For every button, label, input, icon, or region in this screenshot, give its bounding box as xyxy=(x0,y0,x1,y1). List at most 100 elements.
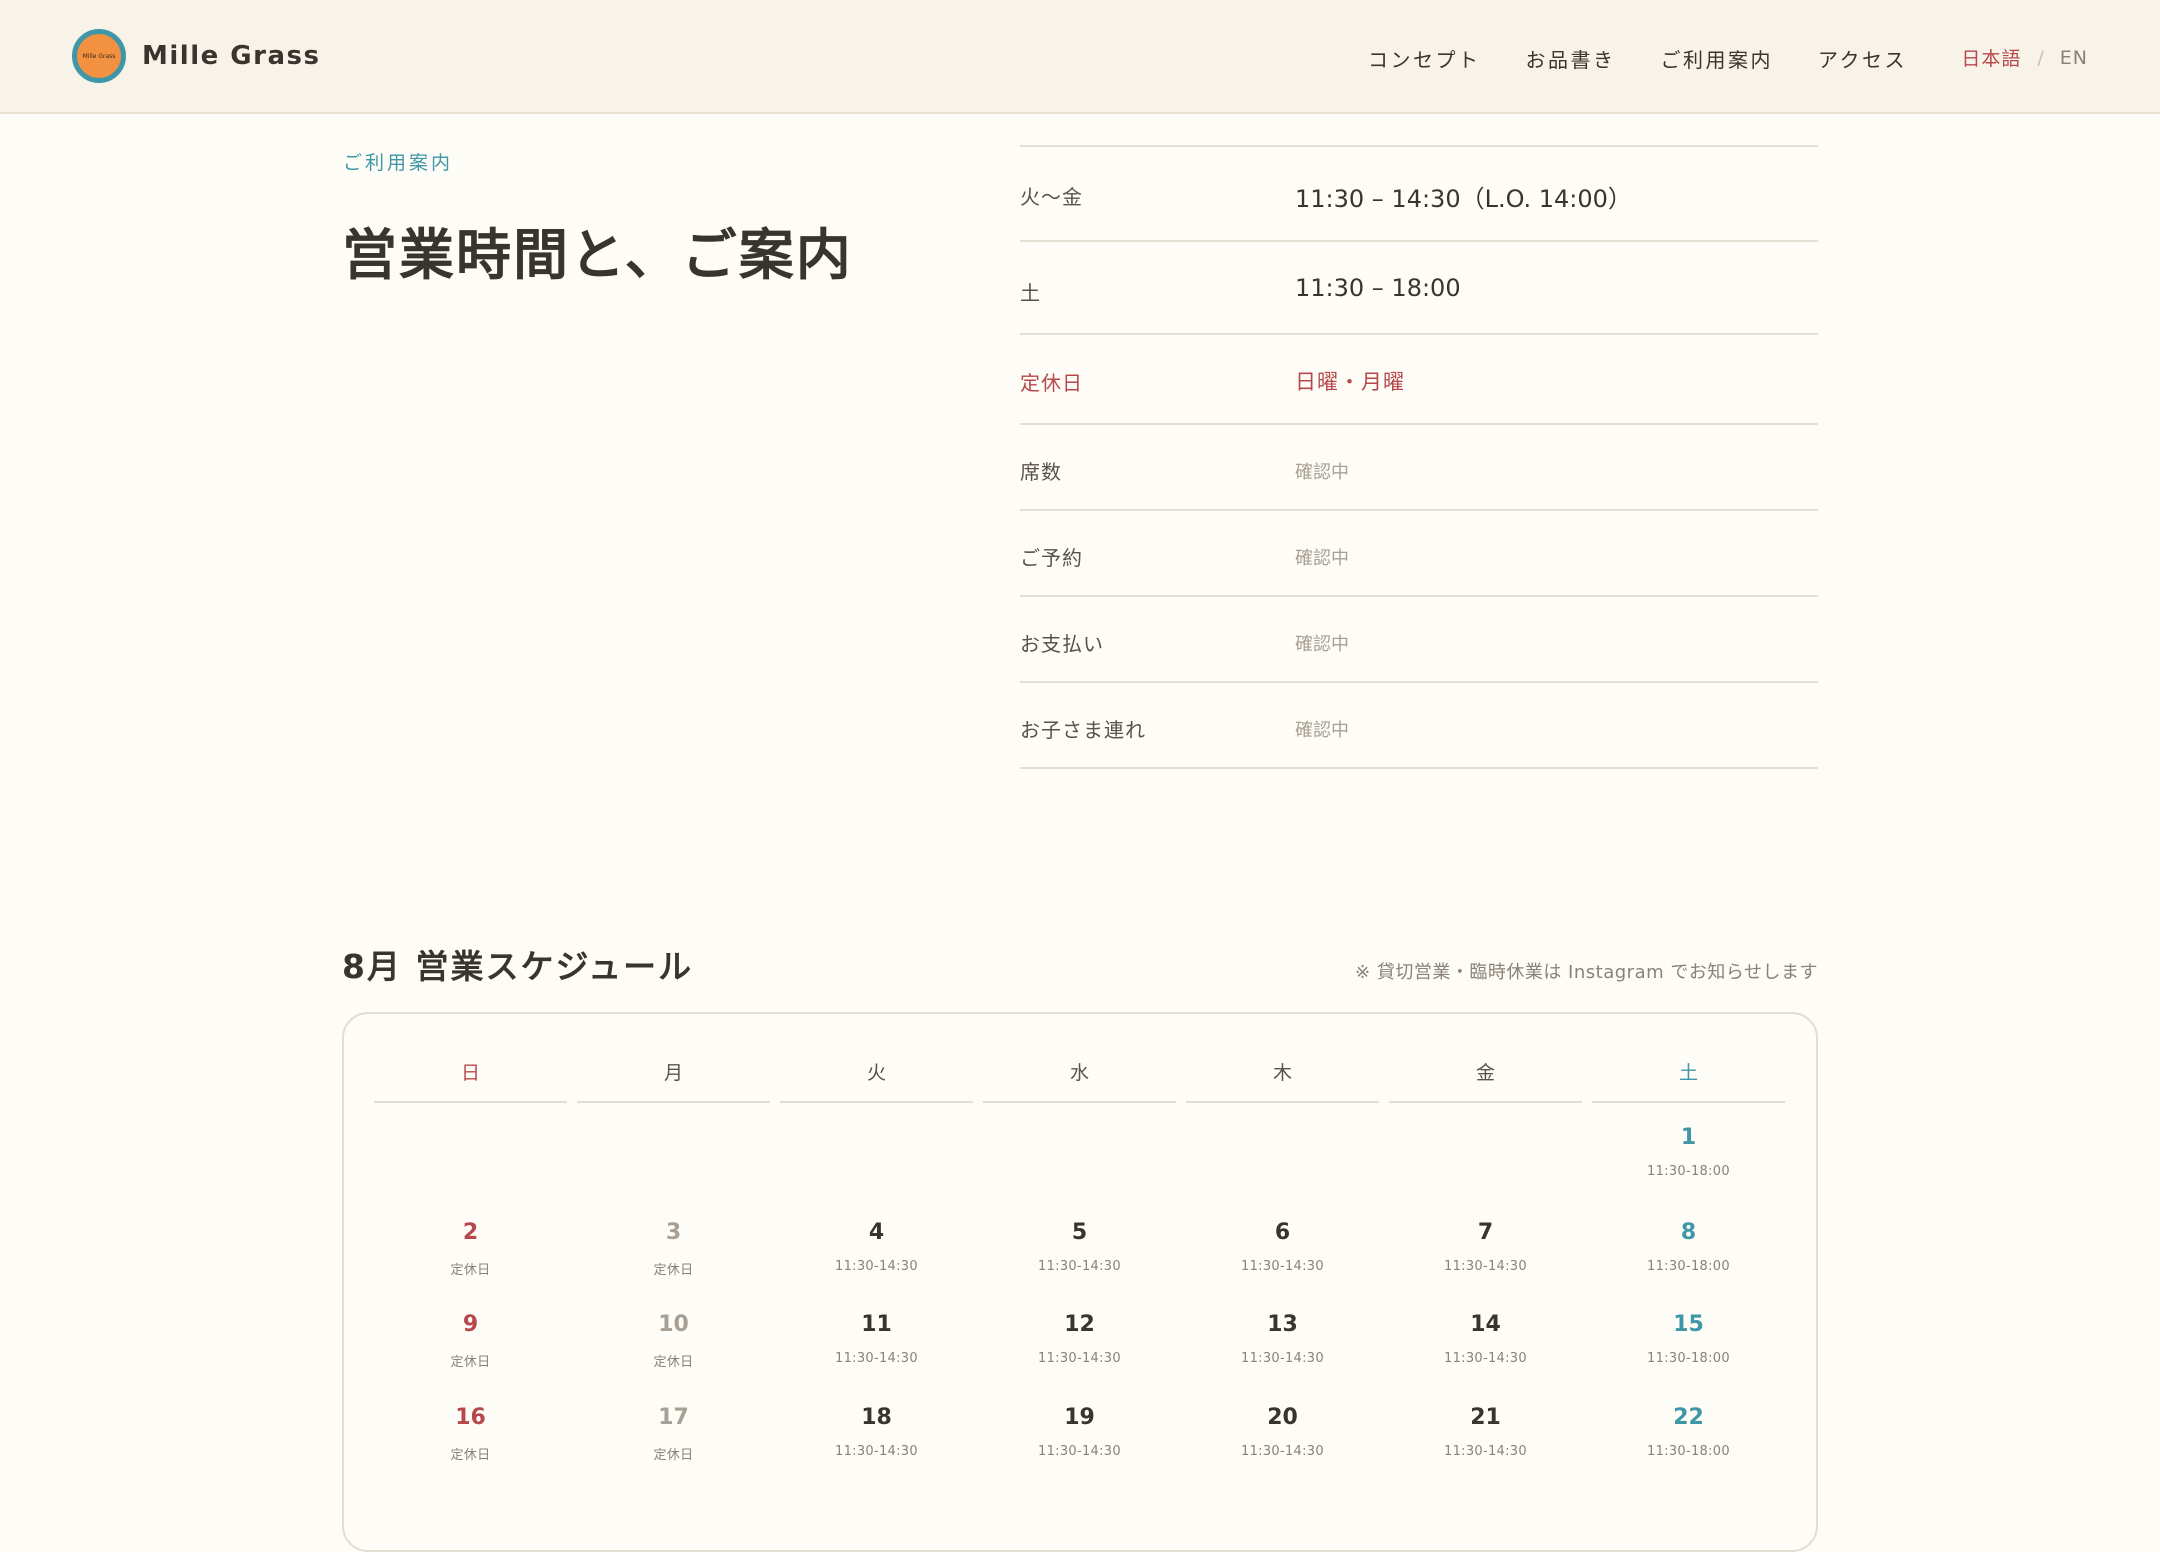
nav-concept[interactable]: コンセプト xyxy=(1368,44,1481,73)
calendar-day-hours: 11:30-14:30 xyxy=(1241,1444,1324,1459)
brand-name: Mille Grass xyxy=(142,41,321,71)
info-value: 確認中 xyxy=(1295,634,1349,655)
weekday-sun: 日 xyxy=(374,1058,567,1103)
calendar-day-number: 4 xyxy=(868,1220,885,1245)
calendar-day-hours: 11:30-18:00 xyxy=(1647,1444,1730,1459)
schedule-title: 8月 営業スケジュール xyxy=(342,947,694,986)
calendar-day: 3 定休日 xyxy=(577,1220,770,1278)
calendar-day-number: 21 xyxy=(1470,1405,1501,1430)
calendar-day-hours: 定休日 xyxy=(450,1355,491,1370)
weekday-thu: 木 xyxy=(1186,1058,1379,1103)
logo-icon: Mille Grass xyxy=(72,29,126,83)
weekday-fri: 金 xyxy=(1389,1058,1582,1103)
calendar-day-number: 12 xyxy=(1064,1312,1095,1337)
calendar-day: 6 11:30-14:30 xyxy=(1186,1220,1379,1274)
calendar-day-hours: 11:30-14:30 xyxy=(1444,1444,1527,1459)
calendar-day-number: 6 xyxy=(1274,1220,1291,1245)
calendar-day-hours: 11:30-18:00 xyxy=(1647,1164,1730,1179)
calendar-day-number: 15 xyxy=(1673,1312,1704,1337)
calendar-day-number: 1 xyxy=(1680,1125,1697,1150)
calendar-day-number: 19 xyxy=(1064,1405,1095,1430)
calendar-day: 13 11:30-14:30 xyxy=(1186,1312,1379,1366)
info-label: 火〜金 xyxy=(1020,185,1083,209)
calendar-day-hours: 11:30-14:30 xyxy=(1038,1351,1121,1366)
schedule-calendar: 日 月 火 水 木 金 土 1 11:30-18:00 2 定休日 3 定休日 4 11:30… xyxy=(342,1012,1818,1552)
calendar-day-hours: 11:30-14:30 xyxy=(1038,1259,1121,1274)
calendar-day-hours: 11:30-14:30 xyxy=(835,1259,918,1274)
nav-guide[interactable]: ご利用案内 xyxy=(1661,44,1774,73)
calendar-day-number: 2 xyxy=(462,1220,479,1245)
main-nav: コンセプト お品書き ご利用案内 アクセス xyxy=(1368,44,1907,73)
logo-text: Mille Grass xyxy=(82,52,116,60)
language-switcher: 日本語 / EN xyxy=(1961,44,2088,71)
info-label: ご予約 xyxy=(1020,546,1083,570)
calendar-day: 21 11:30-14:30 xyxy=(1389,1405,1582,1459)
info-label: お子さま連れ xyxy=(1020,718,1146,742)
calendar-day-hours: 11:30-18:00 xyxy=(1647,1351,1730,1366)
calendar-day-number: 13 xyxy=(1267,1312,1298,1337)
info-value: 日曜・月曜 xyxy=(1295,370,1405,394)
info-row-reservation: ご予約 確認中 xyxy=(1020,511,1818,597)
info-row-payment: お支払い 確認中 xyxy=(1020,597,1818,683)
calendar-day-hours: 11:30-14:30 xyxy=(1444,1259,1527,1274)
calendar-day-hours: 定休日 xyxy=(653,1263,694,1278)
calendar-day: 10 定休日 xyxy=(577,1312,770,1370)
calendar-day-number: 18 xyxy=(861,1405,892,1430)
calendar-day: 4 11:30-14:30 xyxy=(780,1220,973,1274)
calendar-day: 7 11:30-14:30 xyxy=(1389,1220,1582,1274)
calendar-day-number: 5 xyxy=(1071,1220,1088,1245)
calendar-day-number: 14 xyxy=(1470,1312,1501,1337)
calendar-day-number: 17 xyxy=(658,1405,689,1430)
weekday-sat: 土 xyxy=(1592,1058,1785,1103)
calendar-day-hours: 11:30-14:30 xyxy=(1241,1259,1324,1274)
calendar-day: 14 11:30-14:30 xyxy=(1389,1312,1582,1366)
info-row-seats: 席数 確認中 xyxy=(1020,425,1818,511)
calendar-day-hours: 11:30-14:30 xyxy=(835,1444,918,1459)
info-row-children: お子さま連れ 確認中 xyxy=(1020,683,1818,769)
lang-ja-link[interactable]: 日本語 xyxy=(1961,44,2021,71)
calendar-day-hours: 11:30-14:30 xyxy=(1241,1351,1324,1366)
brand-home-link[interactable]: Mille Grass Mille Grass xyxy=(72,29,320,83)
info-table: 火〜金 11:30 – 14:30（L.O. 14:00） 土 11:30 – … xyxy=(1020,145,1818,769)
info-label: 定休日 xyxy=(1020,371,1083,395)
calendar-day: 11 11:30-14:30 xyxy=(780,1312,973,1366)
weekday-mon: 月 xyxy=(577,1058,770,1103)
calendar-day-hours: 定休日 xyxy=(653,1448,694,1463)
calendar-day: 22 11:30-18:00 xyxy=(1592,1405,1785,1459)
calendar-day-hours: 11:30-14:30 xyxy=(835,1351,918,1366)
info-row-saturday-hours: 土 11:30 – 18:00 xyxy=(1020,242,1818,335)
calendar-day: 1 11:30-18:00 xyxy=(1592,1125,1785,1179)
weekday-wed: 水 xyxy=(983,1058,1176,1103)
weekday-tue: 火 xyxy=(780,1058,973,1103)
calendar-day-number: 20 xyxy=(1267,1405,1298,1430)
info-value: 確認中 xyxy=(1295,462,1349,483)
calendar-day-number: 16 xyxy=(455,1405,486,1430)
calendar-day-number: 9 xyxy=(462,1312,479,1337)
calendar-day: 12 11:30-14:30 xyxy=(983,1312,1176,1366)
calendar-day-number: 22 xyxy=(1673,1405,1704,1430)
calendar-day-number: 3 xyxy=(665,1220,682,1245)
info-value: 11:30 – 14:30（L.O. 14:00） xyxy=(1295,185,1632,213)
lang-en-link[interactable]: EN xyxy=(2060,47,2088,69)
info-value: 確認中 xyxy=(1295,548,1349,569)
calendar-day: 20 11:30-14:30 xyxy=(1186,1405,1379,1459)
calendar-day-hours: 11:30-14:30 xyxy=(1444,1351,1527,1366)
calendar-day-number: 11 xyxy=(861,1312,892,1337)
info-label: 席数 xyxy=(1020,460,1062,484)
calendar-day: 8 11:30-18:00 xyxy=(1592,1220,1785,1274)
calendar-day-number: 8 xyxy=(1680,1220,1697,1245)
info-label: お支払い xyxy=(1020,632,1104,656)
info-label: 土 xyxy=(1020,281,1041,305)
info-value: 11:30 – 18:00 xyxy=(1295,274,1461,302)
calendar-day: 9 定休日 xyxy=(374,1312,567,1370)
weekday-header-row: 日 月 火 水 木 金 土 xyxy=(374,1058,1795,1103)
calendar-day: 17 定休日 xyxy=(577,1405,770,1463)
calendar-day-hours: 11:30-14:30 xyxy=(1038,1444,1121,1459)
calendar-day-hours: 定休日 xyxy=(653,1355,694,1370)
nav-access[interactable]: アクセス xyxy=(1818,44,1907,73)
info-row-closed-days: 定休日 日曜・月曜 xyxy=(1020,335,1818,425)
info-value: 確認中 xyxy=(1295,720,1349,741)
nav-menu[interactable]: お品書き xyxy=(1526,44,1616,73)
calendar-day-hours: 定休日 xyxy=(450,1263,491,1278)
info-row-weekday-hours: 火〜金 11:30 – 14:30（L.O. 14:00） xyxy=(1020,147,1818,242)
